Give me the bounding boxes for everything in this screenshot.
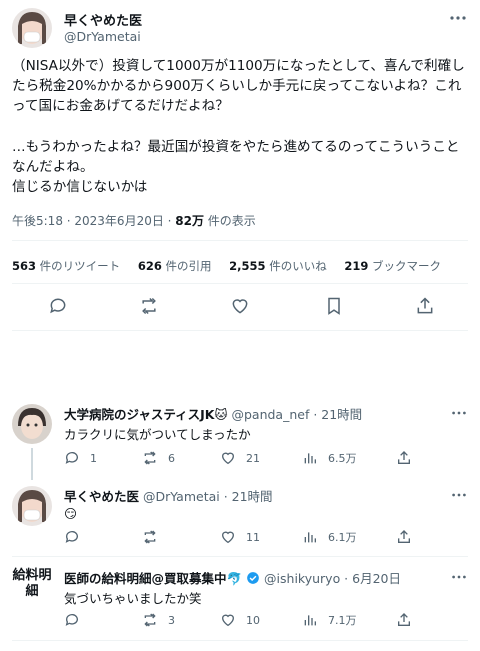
reply-action-bar: 1 6 21 6.5万 [64, 450, 468, 470]
share-icon [396, 450, 412, 466]
reply-icon [64, 529, 80, 545]
reply-icon[interactable] [48, 296, 68, 316]
reply-avatar[interactable]: 給料明細 [12, 568, 52, 600]
tweet-text: （NISA以外で）投資して1000万が1100万になったとして、喜んで利確したら… [12, 58, 465, 196]
retweet-icon [142, 612, 158, 628]
reply-action-bar: 11 6.1万 [64, 529, 468, 549]
reply-author[interactable]: 大学病院のジャスティスJK🐱 @panda_nef · 21時間 [64, 404, 362, 423]
like-button[interactable]: 11 [220, 529, 260, 549]
divider [12, 556, 468, 557]
tweet-action-bar [12, 292, 468, 320]
views-icon [302, 450, 318, 466]
more-options-icon[interactable] [450, 486, 468, 504]
divider [12, 640, 468, 641]
like-button[interactable]: 21 [220, 450, 260, 470]
reply-icon [64, 450, 80, 466]
tweet-meta: 午後5:18 · 2023年6月20日 · 82万 件の表示 [12, 212, 256, 229]
quotes-stat[interactable]: 626 件の引用 [138, 258, 212, 274]
like-icon [220, 612, 236, 628]
views-button[interactable]: 7.1万 [302, 612, 357, 632]
like-button[interactable]: 10 [220, 612, 260, 632]
retweet-button[interactable] [142, 529, 168, 549]
reply-button[interactable] [64, 612, 90, 632]
retweet-icon [142, 450, 158, 466]
views-button[interactable]: 6.1万 [302, 529, 357, 549]
reply-item[interactable]: 早くやめた医 @DrYametai · 21時間 😏 11 6.1万 [12, 486, 468, 548]
reply-button[interactable]: 1 [64, 450, 97, 470]
retweet-button[interactable]: 6 [142, 450, 175, 470]
views-button[interactable]: 6.5万 [302, 450, 357, 470]
views-icon [302, 612, 318, 628]
tweet-timestamp[interactable]: 午後5:18 · 2023年6月20日 · [12, 214, 175, 228]
reply-text: カラクリに気がついてしまったか [64, 427, 251, 442]
reply-button[interactable] [64, 529, 90, 549]
share-button[interactable] [396, 450, 412, 470]
retweet-icon [142, 529, 158, 545]
views-icon [302, 529, 318, 545]
tweet-stats: 563 件のリツイート 626 件の引用 2,555 件のいいね 219 ブック… [12, 258, 468, 274]
more-options-icon[interactable] [448, 8, 468, 28]
divider [12, 240, 468, 241]
author-avatar[interactable] [12, 8, 52, 48]
reply-item[interactable]: 大学病院のジャスティスJK🐱 @panda_nef · 21時間 カラクリに気が… [12, 404, 468, 474]
retweet-icon[interactable] [139, 296, 159, 316]
like-icon [220, 450, 236, 466]
verified-badge-icon [246, 571, 260, 585]
main-tweet-header: 早くやめた医 @DrYametai [12, 8, 468, 48]
reply-avatar[interactable] [12, 486, 52, 526]
bookmark-icon[interactable] [324, 296, 344, 316]
share-icon [396, 612, 412, 628]
reply-item[interactable]: 給料明細 医師の給料明細@買取募集中🐬 @ishikyuryo · 6月20日 … [12, 568, 468, 632]
share-icon[interactable] [415, 296, 435, 316]
share-icon [396, 529, 412, 545]
more-options-icon[interactable] [450, 568, 468, 586]
view-count-label: 件の表示 [203, 214, 256, 228]
like-icon [220, 529, 236, 545]
retweet-button[interactable]: 3 [142, 612, 175, 632]
divider [12, 283, 468, 284]
reply-text: 気づいちゃいましたか笑 [64, 591, 202, 606]
share-button[interactable] [396, 612, 412, 632]
like-icon[interactable] [230, 296, 250, 316]
reply-author[interactable]: 早くやめた医 @DrYametai · 21時間 [64, 486, 273, 505]
author-handle[interactable]: @DrYametai [64, 29, 141, 44]
bookmarks-stat[interactable]: 219 ブックマーク [344, 258, 441, 274]
reply-author[interactable]: 医師の給料明細@買取募集中🐬 @ishikyuryo · 6月20日 [64, 568, 401, 587]
more-options-icon[interactable] [450, 404, 468, 422]
reply-avatar[interactable] [12, 404, 52, 444]
author-name[interactable]: 早くやめた医 [64, 10, 142, 29]
likes-stat[interactable]: 2,555 件のいいね [229, 258, 327, 274]
share-button[interactable] [396, 529, 412, 549]
reply-text: 😏 [64, 506, 78, 521]
reply-action-bar: 3 10 7.1万 [64, 612, 468, 632]
retweets-stat[interactable]: 563 件のリツイート [12, 258, 120, 274]
reply-icon [64, 612, 80, 628]
divider [12, 330, 468, 331]
view-count: 82万 [175, 214, 204, 228]
